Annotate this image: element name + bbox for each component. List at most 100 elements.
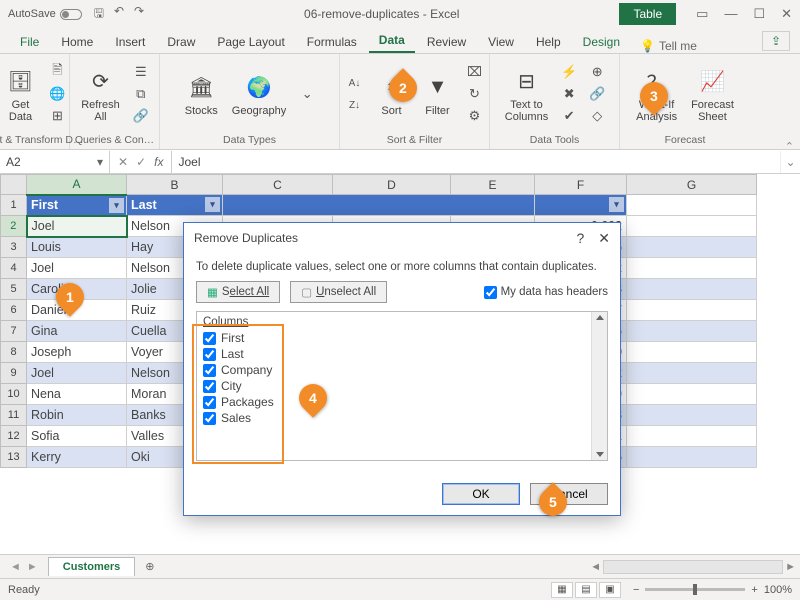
share-button[interactable]: ⇪	[762, 31, 790, 51]
tell-me-search[interactable]: 💡 Tell me	[640, 39, 697, 53]
queries-icon[interactable]: ☰	[130, 62, 152, 82]
stocks-button[interactable]: 🏛 Stocks	[181, 69, 222, 119]
page-layout-view-icon[interactable]: ▤	[575, 582, 597, 598]
tab-help[interactable]: Help	[526, 31, 571, 53]
columns-listbox[interactable]: Columns First Last Company City Packages…	[196, 311, 608, 461]
dialog-message: To delete duplicate values, select one o…	[196, 261, 608, 273]
dialog-help-icon[interactable]: ?	[576, 230, 584, 247]
from-web-icon[interactable]: 🌐	[47, 84, 69, 104]
reapply-icon[interactable]: ↻	[464, 84, 486, 104]
sheet-nav-prev-icon[interactable]: ◄	[10, 561, 21, 573]
forecast-sheet-button[interactable]: 📈 ForecastSheet	[687, 63, 738, 125]
ribbon-options-icon[interactable]: ▭	[696, 6, 708, 22]
undo-icon[interactable]: ↶	[114, 4, 124, 25]
properties-icon[interactable]: ⧉	[130, 84, 152, 104]
zoom-in-icon[interactable]: +	[751, 584, 757, 596]
advanced-filter-icon[interactable]: ⚙	[464, 106, 486, 126]
collapse-ribbon-icon[interactable]: ⌃	[785, 140, 794, 153]
hscroll-track[interactable]	[603, 560, 783, 574]
tab-view[interactable]: View	[478, 31, 524, 53]
forecast-icon: 📈	[696, 65, 728, 97]
ok-button[interactable]: OK	[442, 483, 520, 505]
relationships-icon[interactable]: 🔗	[586, 84, 608, 104]
redo-icon[interactable]: ↷	[134, 4, 144, 25]
share-icon: ⇪	[771, 34, 781, 48]
sheet-nav-next-icon[interactable]: ►	[27, 561, 38, 573]
consolidate-icon[interactable]: ⊕	[586, 62, 608, 82]
sort-za-icon[interactable]: Z↓	[344, 95, 366, 115]
expand-formula-icon[interactable]: ⌄	[780, 151, 800, 173]
normal-view-icon[interactable]: ▦	[551, 582, 573, 598]
formula-bar[interactable]: Joel	[171, 151, 780, 173]
dialog-close-icon[interactable]: ✕	[598, 230, 610, 247]
select-all-button[interactable]: ▦ Select All	[196, 281, 280, 303]
from-text-icon[interactable]: 🖹	[47, 62, 69, 82]
lightbulb-icon: 💡	[640, 39, 655, 53]
select-all-icon: ▦	[207, 285, 218, 299]
stocks-icon: 🏛	[185, 71, 217, 103]
close-icon[interactable]: ✕	[781, 6, 792, 22]
refresh-icon: ⟳	[85, 65, 117, 97]
data-model-icon[interactable]: ◇	[586, 106, 608, 126]
new-sheet-button[interactable]: ⊕	[135, 560, 164, 573]
column-checkbox[interactable]: Sales	[203, 410, 601, 426]
filter-button[interactable]: ▼ Filter	[418, 69, 458, 119]
data-type-more-icon[interactable]: ⌄	[296, 84, 318, 104]
zoom-out-icon[interactable]: −	[633, 584, 639, 596]
save-icon[interactable]: 🖫	[94, 4, 104, 25]
from-table-icon[interactable]: ⊞	[47, 106, 69, 126]
status-ready: Ready	[8, 584, 40, 596]
my-data-has-headers-checkbox[interactable]: My data has headers	[484, 286, 608, 299]
unselect-all-button[interactable]: ▢ Unselect All	[290, 281, 387, 303]
tab-home[interactable]: Home	[51, 31, 103, 53]
name-box[interactable]: A2▾	[0, 151, 110, 173]
sort-az-icon[interactable]: A↓	[344, 73, 366, 93]
tab-page-layout[interactable]: Page Layout	[207, 31, 294, 53]
autosave-toggle[interactable]: AutoSave	[8, 8, 82, 20]
hscroll-left-icon[interactable]: ◄	[590, 561, 601, 573]
flash-fill-icon[interactable]: ⚡	[558, 62, 580, 82]
edit-links-icon[interactable]: 🔗	[130, 106, 152, 126]
tab-data[interactable]: Data	[369, 29, 415, 53]
tab-review[interactable]: Review	[417, 31, 476, 53]
column-checkbox[interactable]: Last	[203, 346, 601, 362]
window-title: 06-remove-duplicates - Excel	[144, 7, 619, 21]
scrollbar[interactable]	[591, 312, 607, 460]
sheet-tab-customers[interactable]: Customers	[48, 557, 135, 576]
zoom-level[interactable]: 100%	[764, 584, 792, 596]
chevron-down-icon: ▾	[97, 155, 103, 169]
title-bar: AutoSave 🖫 ↶ ↷ 06-remove-duplicates - Ex…	[0, 0, 800, 28]
get-data-button[interactable]: 🗄 GetData	[1, 63, 41, 125]
minimize-icon[interactable]: —	[724, 6, 737, 22]
refresh-all-button[interactable]: ⟳ RefreshAll	[77, 63, 124, 125]
filter-icon: ▼	[422, 71, 454, 103]
clear-filter-icon[interactable]: ⌧	[464, 62, 486, 82]
text-to-columns-icon: ⊟	[511, 65, 543, 97]
geography-button[interactable]: 🌍 Geography	[228, 69, 290, 119]
tab-formulas[interactable]: Formulas	[297, 31, 367, 53]
get-data-icon: 🗄	[5, 65, 37, 97]
status-bar: Ready ▦ ▤ ▣ − + 100%	[0, 578, 800, 600]
text-to-columns-button[interactable]: ⊟ Text toColumns	[501, 63, 552, 125]
remove-duplicates-icon[interactable]: ✖	[558, 84, 580, 104]
data-validation-icon[interactable]: ✔	[558, 106, 580, 126]
page-break-view-icon[interactable]: ▣	[599, 582, 621, 598]
tab-file[interactable]: File	[10, 31, 49, 53]
hscroll-right-icon[interactable]: ►	[785, 561, 796, 573]
toggle-off-icon	[60, 9, 82, 20]
fx-icon[interactable]: fx	[154, 155, 163, 169]
tab-insert[interactable]: Insert	[105, 31, 155, 53]
column-checkbox[interactable]: City	[203, 378, 601, 394]
column-checkbox[interactable]: Company	[203, 362, 601, 378]
tab-draw[interactable]: Draw	[157, 31, 205, 53]
maximize-icon[interactable]: ☐	[753, 6, 765, 22]
dialog-title: Remove Duplicates	[194, 231, 298, 245]
column-checkbox[interactable]: Packages	[203, 394, 601, 410]
zoom-slider[interactable]	[645, 588, 745, 591]
unselect-all-icon: ▢	[301, 285, 312, 299]
enter-formula-icon[interactable]: ✓	[136, 155, 146, 169]
geography-icon: 🌍	[243, 71, 275, 103]
column-checkbox[interactable]: First	[203, 330, 601, 346]
cancel-formula-icon[interactable]: ✕	[118, 155, 128, 169]
tab-design[interactable]: Design	[573, 31, 630, 53]
